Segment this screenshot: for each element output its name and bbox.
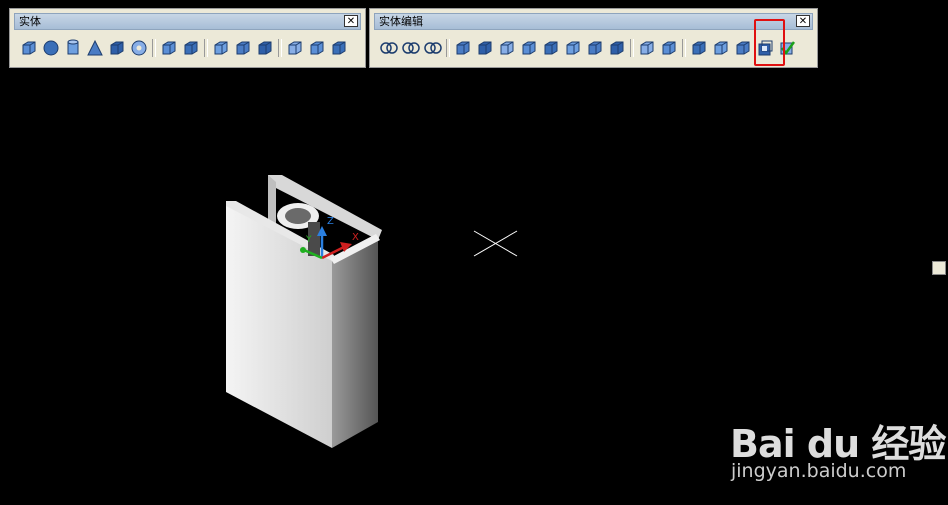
right-face bbox=[332, 238, 378, 448]
crosshair-cursor bbox=[473, 230, 518, 257]
solid-model[interactable] bbox=[226, 175, 382, 448]
ucs-z-label: Z bbox=[327, 216, 334, 227]
ucs-y-label: Y bbox=[305, 235, 312, 245]
watermark-url: jingyan.baidu.com bbox=[731, 460, 907, 482]
tube-hole bbox=[285, 208, 311, 224]
scrollbar-thumb[interactable] bbox=[932, 261, 946, 275]
back-wall-side bbox=[268, 175, 276, 224]
watermark: Bai du 经验 jingyan.baidu.com bbox=[730, 405, 946, 485]
ucs-x-label: X bbox=[352, 232, 359, 243]
